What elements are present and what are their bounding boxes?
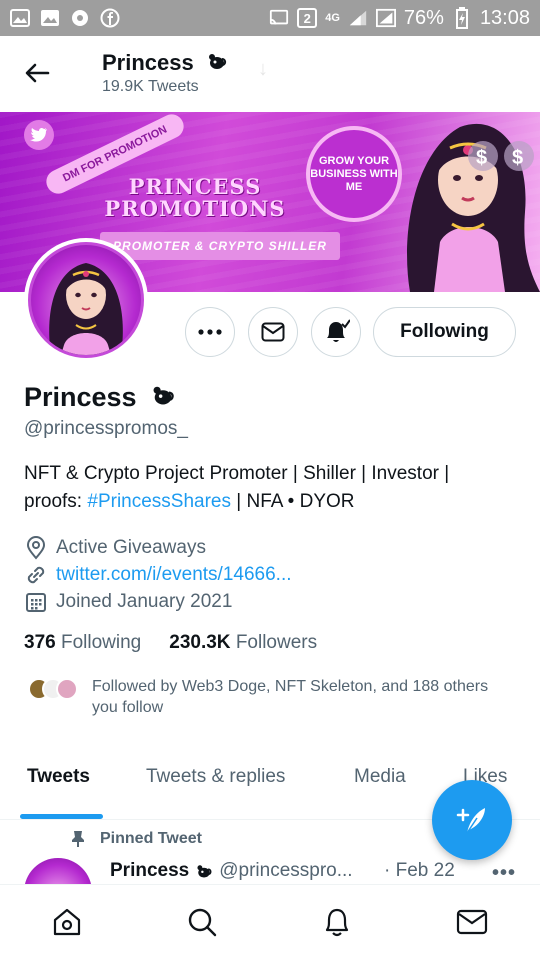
tweet-header: Princess @princesspro... (110, 860, 353, 882)
tweet-more-button[interactable]: ••• (492, 862, 516, 885)
envelope-icon (261, 322, 285, 342)
signal-icon (348, 8, 368, 28)
nav-notifications[interactable] (320, 905, 354, 939)
sim-badge: 2 (297, 8, 318, 28)
image-icon (10, 8, 30, 28)
tab-tweets-replies[interactable]: Tweets & replies (146, 766, 285, 788)
compose-feather-icon (456, 808, 485, 834)
tweet-author-handle: @princesspro... (219, 860, 353, 881)
more-dots-icon (198, 329, 222, 335)
battery-percent: 76% (403, 6, 444, 29)
banner-tagline: PROMOTER & CRYPTO SHILLER (100, 232, 340, 260)
followed-by-text: Followed by Web3 Doge, NFT Skeleton, and… (92, 678, 489, 716)
nav-home[interactable] (50, 905, 84, 939)
calendar-icon (24, 590, 48, 614)
tweet-count: 19.9K Tweets (102, 78, 199, 95)
website-link[interactable]: twitter.com/i/events/14666... (56, 564, 292, 586)
followed-by[interactable]: Followed by Web3 Doge, NFT Skeleton, and… (24, 676, 512, 718)
pinned-tweet-label: Pinned Tweet (70, 830, 202, 848)
joined-row: Joined January 2021 (24, 589, 232, 615)
message-button[interactable] (248, 307, 298, 357)
twitter-bird-icon (24, 120, 54, 150)
battery-icon (452, 7, 472, 29)
nav-messages[interactable] (455, 905, 489, 939)
more-options-button[interactable] (185, 307, 235, 357)
following-button[interactable]: Following (373, 307, 516, 357)
location-row: Active Giveaways (24, 535, 206, 561)
follow-counts: 376 Following 230.3K Followers (24, 632, 317, 654)
teapot-emoji-icon (153, 386, 174, 405)
profile-avatar[interactable] (24, 238, 148, 362)
location-text: Active Giveaways (56, 537, 206, 558)
facebook-icon (100, 8, 120, 28)
follower-avatar (56, 678, 78, 700)
svg-text:$: $ (512, 147, 523, 169)
home-icon (53, 908, 81, 936)
profile-header: Princess 19.9K Tweets ↓ (0, 36, 540, 112)
notifications-toggle-button[interactable] (311, 307, 361, 357)
pin-icon (72, 831, 84, 847)
followers-count-link[interactable]: 230.3K Followers (169, 632, 317, 654)
back-button[interactable] (22, 58, 52, 88)
search-icon (188, 908, 217, 937)
arrow-left-icon (25, 63, 50, 83)
profile-handle: @princesspromos_ (24, 418, 188, 439)
cast-icon (269, 8, 289, 28)
avatar-image (28, 242, 144, 358)
header-title: Princess (102, 50, 228, 76)
profile-name: Princess (24, 382, 176, 413)
teapot-emoji-icon (208, 54, 226, 69)
svg-text:$: $ (476, 147, 487, 169)
location-pin-icon (24, 536, 48, 560)
compose-tweet-button[interactable] (432, 780, 512, 860)
network-type: 4G (325, 12, 340, 24)
website-row: twitter.com/i/events/14666... (24, 562, 292, 588)
status-bar: 2 4G 76% 13:08 (0, 0, 540, 36)
tweet-author-name[interactable]: Princess (110, 860, 189, 882)
banner-illustration: $ $ (407, 123, 540, 292)
profile-bio: NFT & Crypto Project Promoter | Shiller … (24, 463, 450, 512)
followed-by-avatars (24, 676, 80, 702)
bottom-navigation (0, 884, 540, 960)
clock: 13:08 (479, 6, 530, 29)
gallery-icon (40, 8, 60, 28)
bell-icon (325, 908, 349, 937)
joined-text: Joined January 2021 (56, 591, 233, 612)
settings-icon (70, 8, 90, 28)
banner-title: PRINCESS PROMOTIONS (104, 174, 286, 221)
teapot-emoji-icon (197, 865, 212, 878)
tweet-date: · Feb 22 (384, 860, 455, 881)
bell-check-icon (327, 319, 350, 342)
tab-tweets[interactable]: Tweets (27, 766, 90, 788)
refresh-arrow-icon: ↓ (258, 58, 268, 80)
following-count-link[interactable]: 376 Following (24, 632, 141, 654)
banner-grow-badge: GROW YOUR BUSINESS WITH ME (306, 126, 402, 222)
signal2-icon (375, 8, 396, 28)
active-tab-indicator (20, 814, 103, 819)
envelope-icon (456, 909, 488, 935)
tab-media[interactable]: Media (354, 766, 406, 788)
hashtag-link[interactable]: #PrincessShares (87, 491, 231, 512)
nav-search[interactable] (185, 905, 219, 939)
link-icon (24, 563, 48, 587)
